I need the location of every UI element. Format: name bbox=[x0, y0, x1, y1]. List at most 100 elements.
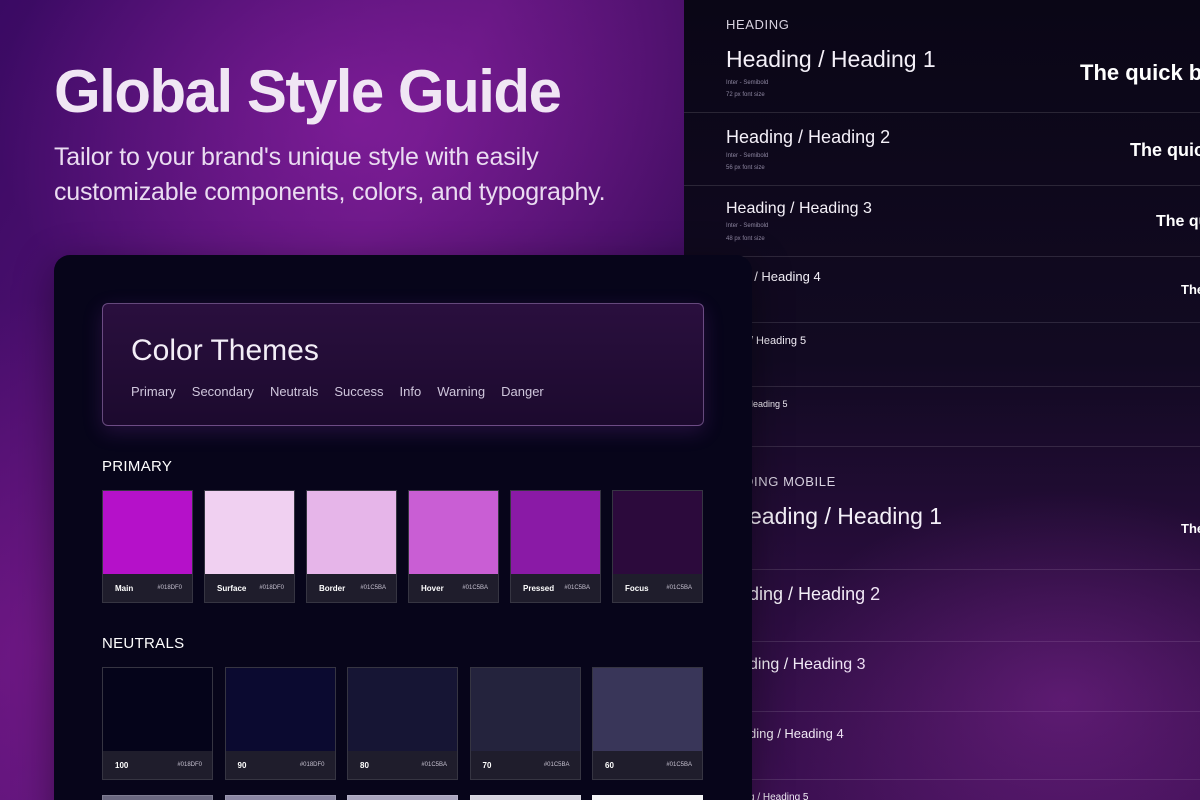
subtitle-line-2: customizable components, colors, and typ… bbox=[54, 178, 606, 206]
type-row-name: g / Heading 5 bbox=[749, 792, 809, 800]
tab-info[interactable]: Info bbox=[400, 384, 422, 399]
color-swatch[interactable]: 80 #01C5BA bbox=[347, 667, 458, 780]
swatch-name: 60 bbox=[605, 760, 614, 770]
type-row: g / Heading 5 bbox=[684, 780, 1200, 800]
color-swatch[interactable] bbox=[102, 795, 213, 800]
swatch-name: Surface bbox=[217, 583, 247, 593]
swatch-footer: 90 #018DF0 bbox=[225, 751, 335, 779]
swatch-code: #01C5BA bbox=[360, 585, 386, 591]
color-swatch[interactable]: Border #01C5BA bbox=[306, 490, 397, 603]
type-row: ding / Heading 2 mibold size bbox=[684, 570, 1200, 642]
type-row: ding / Heading 5 mibold size bbox=[684, 323, 1200, 387]
type-row-font: Inter - Semibold bbox=[726, 80, 769, 86]
swatch-footer: 80 #01C5BA bbox=[348, 751, 457, 779]
type-row-sample: The qu bbox=[1156, 213, 1200, 230]
heading-mobile-section-label: DING MOBILE bbox=[744, 474, 836, 489]
color-swatch[interactable]: 70 #01C5BA bbox=[469, 667, 581, 780]
type-row-size: 48 px font size bbox=[726, 236, 765, 242]
color-swatch[interactable]: Pressed #01C5BA bbox=[510, 490, 601, 603]
swatch-code: #018DF0 bbox=[157, 585, 182, 591]
neutrals-group-label: NEUTRALS bbox=[102, 635, 185, 652]
swatch-color bbox=[470, 668, 580, 751]
type-row-font: Inter - Semibold bbox=[726, 153, 769, 159]
swatch-name: Border bbox=[319, 583, 346, 593]
swatch-footer: 70 #01C5BA bbox=[470, 751, 580, 779]
type-row-name: ding / Heading 3 bbox=[749, 656, 866, 673]
color-swatch[interactable]: Focus #01C5BA bbox=[612, 490, 703, 603]
swatch-name: Hover bbox=[421, 583, 444, 593]
color-swatch[interactable] bbox=[224, 795, 336, 800]
swatch-color bbox=[593, 668, 702, 751]
swatch-name: 90 bbox=[237, 760, 247, 770]
swatch-name: Main bbox=[115, 583, 134, 593]
type-row-name: Heading / Heading 1 bbox=[726, 46, 936, 72]
type-row-size: 72 px font size bbox=[726, 92, 765, 98]
swatch-color bbox=[613, 491, 702, 574]
type-row: eading / Heading 1 mibold size The bbox=[684, 497, 1200, 570]
color-swatch[interactable] bbox=[469, 795, 581, 800]
swatch-code: #01C5BA bbox=[666, 762, 692, 768]
type-row-size: 56 px font size bbox=[726, 165, 765, 171]
heading-section-label: HEADING bbox=[726, 17, 790, 32]
type-row: Heading / Heading 1 Inter - Semibold 72 … bbox=[684, 40, 1200, 113]
color-swatch[interactable]: 90 #018DF0 bbox=[224, 667, 336, 780]
color-swatch[interactable]: Hover #01C5BA bbox=[408, 490, 499, 603]
type-row-name: ding / Heading 2 bbox=[749, 584, 881, 604]
swatch-color bbox=[409, 491, 498, 574]
swatch-footer: 60 #01C5BA bbox=[593, 751, 702, 779]
type-row: ding / Heading 3 mibold size bbox=[684, 642, 1200, 712]
color-themes-header: Color Themes Primary Secondary Neutrals … bbox=[102, 303, 704, 426]
primary-group-label: PRIMARY bbox=[102, 458, 173, 475]
swatch-color bbox=[348, 668, 457, 751]
color-swatch[interactable]: 60 #01C5BA bbox=[592, 667, 703, 780]
type-row-sample: The quic bbox=[1130, 140, 1200, 160]
swatch-code: #018DF0 bbox=[177, 762, 202, 768]
tab-warning[interactable]: Warning bbox=[437, 384, 485, 399]
tab-success[interactable]: Success bbox=[334, 384, 383, 399]
type-row: Heading / Heading 2 Inter - Semibold 56 … bbox=[684, 113, 1200, 186]
color-themes-tabs: Primary Secondary Neutrals Success Info … bbox=[131, 384, 544, 399]
page-title: Global Style Guide bbox=[54, 58, 562, 125]
type-row-sample: The bbox=[1181, 521, 1200, 536]
tab-primary[interactable]: Primary bbox=[131, 384, 176, 399]
swatch-name: 70 bbox=[482, 760, 492, 770]
swatch-footer: Surface #018DF0 bbox=[205, 574, 294, 602]
type-row: Heading / Heading 3 Inter - Semibold 48 … bbox=[684, 186, 1200, 257]
type-row-font: Inter - Semibold bbox=[726, 223, 769, 229]
color-swatch[interactable]: 100 #018DF0 bbox=[102, 667, 213, 780]
swatch-name: Focus bbox=[625, 583, 649, 593]
type-row-name: eading / Heading 1 bbox=[749, 503, 943, 529]
color-themes-title: Color Themes bbox=[131, 334, 319, 367]
hero-section: Global Style Guide Tailor to your brand'… bbox=[54, 58, 674, 210]
type-row-name: Heading / Heading 2 bbox=[726, 127, 891, 147]
swatch-color bbox=[205, 491, 294, 574]
swatch-code: #01C5BA bbox=[543, 762, 570, 768]
color-swatch[interactable]: Surface #018DF0 bbox=[204, 490, 295, 603]
page-subtitle: Tailor to your brand's unique style with… bbox=[54, 140, 674, 210]
swatch-code: #01C5BA bbox=[421, 762, 447, 768]
swatch-code: #01C5BA bbox=[564, 585, 590, 591]
color-swatch[interactable] bbox=[347, 795, 458, 800]
type-row-sample: The quick b bbox=[1080, 60, 1200, 85]
swatch-code: #018DF0 bbox=[299, 762, 325, 768]
swatch-code: #018DF0 bbox=[259, 585, 284, 591]
swatch-footer: 100 #018DF0 bbox=[103, 751, 212, 779]
swatch-color bbox=[225, 668, 335, 751]
swatch-color bbox=[307, 491, 396, 574]
color-swatch[interactable] bbox=[592, 795, 703, 800]
swatch-name: Pressed bbox=[523, 583, 555, 593]
tab-neutrals[interactable]: Neutrals bbox=[270, 384, 318, 399]
swatch-color bbox=[103, 491, 192, 574]
tab-secondary[interactable]: Secondary bbox=[192, 384, 254, 399]
swatch-color bbox=[511, 491, 600, 574]
typography-panel: HEADING Heading / Heading 1 Inter - Semi… bbox=[684, 0, 1200, 800]
swatch-footer: Hover #01C5BA bbox=[409, 574, 498, 602]
swatch-footer: Main #018DF0 bbox=[103, 574, 192, 602]
swatch-name: 100 bbox=[115, 760, 129, 770]
subtitle-line-1: Tailor to your brand's unique style with… bbox=[54, 143, 539, 171]
type-row-name: ding / Heading 4 bbox=[749, 726, 844, 741]
type-row: ding / Heading 4 mibold size The bbox=[684, 257, 1200, 323]
tab-danger[interactable]: Danger bbox=[501, 384, 544, 399]
swatch-code: #01C5BA bbox=[666, 585, 692, 591]
color-swatch[interactable]: Main #018DF0 bbox=[102, 490, 193, 603]
